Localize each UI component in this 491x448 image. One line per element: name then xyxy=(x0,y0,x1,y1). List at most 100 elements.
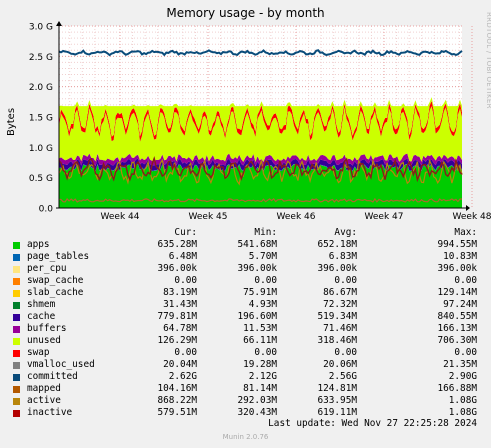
legend-max: 21.35M xyxy=(443,359,477,370)
legend-swatch xyxy=(13,302,20,309)
legend-min: 2.12G xyxy=(248,371,277,382)
legend-cur: 868.22M xyxy=(157,395,197,406)
legend-min: 196.60M xyxy=(237,311,277,322)
legend-min: 292.03M xyxy=(237,395,277,406)
legend-max: 840.55M xyxy=(437,311,477,322)
y-tick-label: 1.5 G xyxy=(29,114,53,124)
legend-swatch xyxy=(13,266,20,273)
legend-name: per_cpu xyxy=(27,263,67,274)
header-max: Max: xyxy=(454,227,477,238)
legend-row-swap: swap 0.00 0.00 0.00 0.00 xyxy=(0,347,491,359)
legend-row-swap_cache: swap_cache 0.00 0.00 0.00 0.00 xyxy=(0,275,491,287)
legend-min: 19.28M xyxy=(243,359,277,370)
legend-cur: 83.19M xyxy=(163,287,197,298)
legend-max: 396.00k xyxy=(437,263,477,274)
y-axis-label: Bytes xyxy=(6,108,17,136)
legend-name: apps xyxy=(27,239,50,250)
y-tick-label: 2.5 G xyxy=(29,53,53,63)
x-tick-label: Week 48 xyxy=(453,212,491,222)
legend-max: 0.00 xyxy=(454,275,477,286)
y-tick-label: 0.0 xyxy=(39,205,54,215)
legend-name: buffers xyxy=(27,323,67,334)
legend-max: 129.14M xyxy=(437,287,477,298)
header-avg: Avg: xyxy=(334,227,357,238)
legend-max: 2.90G xyxy=(448,371,477,382)
legend-swatch xyxy=(13,242,20,249)
legend-row-unused: unused 126.29M 66.11M 318.46M 706.30M xyxy=(0,335,491,347)
last-update: Last update: Wed Nov 27 22:25:28 2024 xyxy=(268,418,477,429)
legend-swatch xyxy=(13,254,20,261)
legend-swatch xyxy=(13,350,20,357)
legend-swatch xyxy=(13,326,20,333)
legend-min: 66.11M xyxy=(243,335,277,346)
legend-avg: 519.34M xyxy=(317,311,357,322)
y-tick-label: 3.0 G xyxy=(29,23,53,33)
legend-avg: 6.83M xyxy=(328,251,357,262)
legend-min: 4.93M xyxy=(248,299,277,310)
legend-avg: 0.00 xyxy=(334,275,357,286)
legend-avg: 318.46M xyxy=(317,335,357,346)
legend-min: 0.00 xyxy=(254,347,277,358)
legend-cur: 779.81M xyxy=(157,311,197,322)
legend-cur: 104.16M xyxy=(157,383,197,394)
legend-cur: 6.48M xyxy=(168,251,197,262)
legend-name: inactive xyxy=(27,407,73,418)
legend-min: 81.14M xyxy=(243,383,277,394)
legend-cur: 0.00 xyxy=(174,275,197,286)
y-axis-arrow xyxy=(56,21,62,26)
header-cur: Cur: xyxy=(174,227,197,238)
legend-name: cache xyxy=(27,311,56,322)
legend-min: 11.53M xyxy=(243,323,277,334)
legend-swatch xyxy=(13,314,20,321)
legend-avg: 396.00k xyxy=(317,263,357,274)
legend-row-page_tables: page_tables 6.48M 5.70M 6.83M 10.83M xyxy=(0,251,491,263)
legend-swatch xyxy=(13,278,20,285)
legend-name: mapped xyxy=(27,383,61,394)
legend-name: committed xyxy=(27,371,78,382)
legend-max: 0.00 xyxy=(454,347,477,358)
legend-cur: 396.00k xyxy=(157,263,197,274)
x-tick-label: Week 45 xyxy=(189,212,228,222)
legend-cur: 0.00 xyxy=(174,347,197,358)
legend-row-shmem: shmem 31.43M 4.93M 72.32M 97.24M xyxy=(0,299,491,311)
x-tick-label: Week 47 xyxy=(365,212,404,222)
y-tick-label: 1.0 G xyxy=(29,144,53,154)
x-tick-label: Week 46 xyxy=(277,212,316,222)
legend-cur: 64.78M xyxy=(163,323,197,334)
legend-swatch xyxy=(13,398,20,405)
legend-avg: 71.46M xyxy=(323,323,357,334)
legend-name: active xyxy=(27,395,61,406)
legend-min: 75.91M xyxy=(243,287,277,298)
legend-swatch xyxy=(13,290,20,297)
legend-name: shmem xyxy=(27,299,56,310)
header-min: Min: xyxy=(254,227,277,238)
legend-avg: 124.81M xyxy=(317,383,357,394)
y-tick-label: 0.5 G xyxy=(29,174,53,184)
legend-avg: 72.32M xyxy=(323,299,357,310)
legend-cur: 579.51M xyxy=(157,407,197,418)
legend-cur: 635.28M xyxy=(157,239,197,250)
legend-row-per_cpu: per_cpu 396.00k 396.00k 396.00k 396.00k xyxy=(0,263,491,275)
memory-chart: 0.0 0.5 G 1.0 G 1.5 G 2.0 G 2.5 G 3.0 G Week 44… xyxy=(6,21,491,222)
legend-min: 541.68M xyxy=(237,239,277,250)
legend-row-buffers: buffers 64.78M 11.53M 71.46M 166.13M xyxy=(0,323,491,335)
legend-min: 396.00k xyxy=(237,263,277,274)
legend-avg: 0.00 xyxy=(334,347,357,358)
legend-row-active: active 868.22M 292.03M 633.95M 1.08G xyxy=(0,395,491,407)
legend-avg: 633.95M xyxy=(317,395,357,406)
legend-cur: 31.43M xyxy=(163,299,197,310)
version-label: Munin 2.0.76 xyxy=(222,433,269,441)
legend-row-committed: committed 2.62G 2.12G 2.56G 2.90G xyxy=(0,371,491,383)
legend-cur: 20.04M xyxy=(163,359,197,370)
legend-swatch xyxy=(13,338,20,345)
x-tick-label: Week 44 xyxy=(101,212,140,222)
legend-row-mapped: mapped 104.16M 81.14M 124.81M 166.88M xyxy=(0,383,491,395)
legend-max: 706.30M xyxy=(437,335,477,346)
legend-avg: 86.67M xyxy=(323,287,357,298)
legend-name: vmalloc_used xyxy=(27,359,95,370)
legend-name: page_tables xyxy=(27,251,90,262)
legend-header: Cur: Min: Avg: Max: xyxy=(0,227,491,239)
legend-max: 1.08G xyxy=(448,395,477,406)
legend-avg: 20.06M xyxy=(323,359,357,370)
legend-max: 97.24M xyxy=(443,299,477,310)
